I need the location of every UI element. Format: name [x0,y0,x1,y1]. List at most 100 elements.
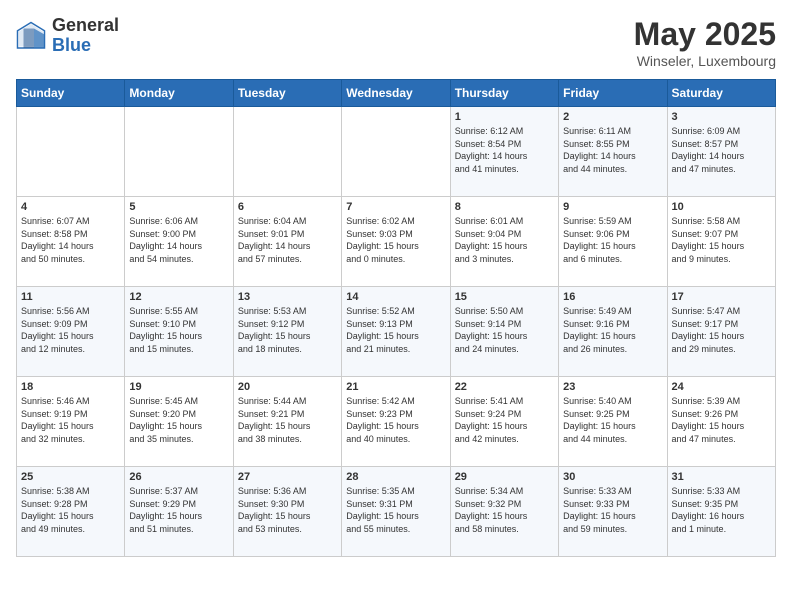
day-cell: 20 Sunrise: 5:44 AM Sunset: 9:21 PM Dayli… [233,377,341,467]
day-info: Sunrise: 5:47 AM Sunset: 9:17 PM Dayligh… [672,305,771,355]
calendar-subtitle: Winseler, Luxembourg [634,53,776,69]
day-info: Sunrise: 6:07 AM Sunset: 8:58 PM Dayligh… [21,215,120,265]
calendar-title: May 2025 [634,16,776,53]
day-cell: 12Sunrise: 5:55 AM Sunset: 9:10 PM Dayli… [125,287,233,377]
day-info: Sunrise: 5:59 AM Sunset: 9:06 PM Dayligh… [563,215,662,265]
day-number: 29 [455,471,554,483]
day-info: Sunrise: 5:49 AM Sunset: 9:16 PM Dayligh… [563,305,662,355]
calendar-header: SundayMondayTuesdayWednesdayThursdayFrid… [17,80,776,107]
day-number: 9 [563,201,662,213]
day-cell [342,107,450,197]
header-cell-sunday: Sunday [17,80,125,107]
day-cell: 9 Sunrise: 5:59 AM Sunset: 9:06 PM Daylig… [559,197,667,287]
day-info: Sunrise: 5:41 AM Sunset: 9:24 PM Dayligh… [455,395,554,445]
day-number: 11 [21,291,120,303]
day-cell: 21Sunrise: 5:42 AM Sunset: 9:23 PM Dayli… [342,377,450,467]
day-info: Sunrise: 5:37 AM Sunset: 9:29 PM Dayligh… [129,485,228,535]
day-info: Sunrise: 5:52 AM Sunset: 9:13 PM Dayligh… [346,305,445,355]
day-number: 31 [672,471,771,483]
day-info: Sunrise: 5:44 AM Sunset: 9:21 PM Dayligh… [238,395,337,445]
day-cell: 4 Sunrise: 6:07 AM Sunset: 8:58 PM Daylig… [17,197,125,287]
day-cell: 10Sunrise: 5:58 AM Sunset: 9:07 PM Dayli… [667,197,775,287]
day-number: 17 [672,291,771,303]
day-info: Sunrise: 5:50 AM Sunset: 9:14 PM Dayligh… [455,305,554,355]
day-cell [17,107,125,197]
day-cell: 8 Sunrise: 6:01 AM Sunset: 9:04 PM Daylig… [450,197,558,287]
day-number: 26 [129,471,228,483]
day-number: 1 [455,111,554,123]
day-cell: 13 Sunrise: 5:53 AM Sunset: 9:12 PM Dayli… [233,287,341,377]
day-info: Sunrise: 6:09 AM Sunset: 8:57 PM Dayligh… [672,125,771,175]
day-number: 24 [672,381,771,393]
page-header: General Blue May 2025 Winseler, Luxembou… [16,16,776,69]
day-cell: 26 Sunrise: 5:37 AM Sunset: 9:29 PM Dayli… [125,467,233,557]
header-cell-thursday: Thursday [450,80,558,107]
day-number: 20 [238,381,337,393]
day-info: Sunrise: 5:40 AM Sunset: 9:25 PM Dayligh… [563,395,662,445]
day-number: 6 [238,201,337,213]
day-cell: 2 Sunrise: 6:11 AM Sunset: 8:55 PM Daylig… [559,107,667,197]
day-number: 8 [455,201,554,213]
day-cell: 25 Sunrise: 5:38 AM Sunset: 9:28 PM Dayli… [17,467,125,557]
day-cell: 15Sunrise: 5:50 AM Sunset: 9:14 PM Dayli… [450,287,558,377]
day-info: Sunrise: 6:11 AM Sunset: 8:55 PM Dayligh… [563,125,662,175]
day-cell: 1 Sunrise: 6:12 AM Sunset: 8:54 PM Daylig… [450,107,558,197]
logo-icon [16,21,46,51]
day-info: Sunrise: 5:35 AM Sunset: 9:31 PM Dayligh… [346,485,445,535]
day-cell: 6 Sunrise: 6:04 AM Sunset: 9:01 PM Daylig… [233,197,341,287]
day-cell: 17 Sunrise: 5:47 AM Sunset: 9:17 PM Dayli… [667,287,775,377]
day-info: Sunrise: 5:33 AM Sunset: 9:35 PM Dayligh… [672,485,771,535]
day-number: 19 [129,381,228,393]
day-number: 10 [672,201,771,213]
week-row-1: 1 Sunrise: 6:12 AM Sunset: 8:54 PM Daylig… [17,107,776,197]
day-cell: 16 Sunrise: 5:49 AM Sunset: 9:16 PM Dayli… [559,287,667,377]
day-cell: 30 Sunrise: 5:33 AM Sunset: 9:33 PM Dayli… [559,467,667,557]
day-number: 4 [21,201,120,213]
day-info: Sunrise: 5:45 AM Sunset: 9:20 PM Dayligh… [129,395,228,445]
header-row: SundayMondayTuesdayWednesdayThursdayFrid… [17,80,776,107]
day-number: 13 [238,291,337,303]
day-info: Sunrise: 5:34 AM Sunset: 9:32 PM Dayligh… [455,485,554,535]
day-cell: 19 Sunrise: 5:45 AM Sunset: 9:20 PM Dayli… [125,377,233,467]
day-info: Sunrise: 5:53 AM Sunset: 9:12 PM Dayligh… [238,305,337,355]
day-number: 7 [346,201,445,213]
day-number: 14 [346,291,445,303]
day-cell: 5Sunrise: 6:06 AM Sunset: 9:00 PM Daylig… [125,197,233,287]
day-info: Sunrise: 6:01 AM Sunset: 9:04 PM Dayligh… [455,215,554,265]
day-number: 2 [563,111,662,123]
week-row-4: 18Sunrise: 5:46 AM Sunset: 9:19 PM Dayli… [17,377,776,467]
day-number: 16 [563,291,662,303]
day-info: Sunrise: 5:38 AM Sunset: 9:28 PM Dayligh… [21,485,120,535]
day-number: 25 [21,471,120,483]
day-info: Sunrise: 5:56 AM Sunset: 9:09 PM Dayligh… [21,305,120,355]
day-cell: 18Sunrise: 5:46 AM Sunset: 9:19 PM Dayli… [17,377,125,467]
day-info: Sunrise: 5:33 AM Sunset: 9:33 PM Dayligh… [563,485,662,535]
day-info: Sunrise: 6:02 AM Sunset: 9:03 PM Dayligh… [346,215,445,265]
day-number: 21 [346,381,445,393]
day-cell: 27Sunrise: 5:36 AM Sunset: 9:30 PM Dayli… [233,467,341,557]
title-block: May 2025 Winseler, Luxembourg [634,16,776,69]
week-row-2: 4 Sunrise: 6:07 AM Sunset: 8:58 PM Daylig… [17,197,776,287]
day-info: Sunrise: 5:39 AM Sunset: 9:26 PM Dayligh… [672,395,771,445]
day-cell [125,107,233,197]
day-number: 22 [455,381,554,393]
day-info: Sunrise: 5:36 AM Sunset: 9:30 PM Dayligh… [238,485,337,535]
day-number: 3 [672,111,771,123]
logo: General Blue [16,16,119,56]
header-cell-saturday: Saturday [667,80,775,107]
day-info: Sunrise: 6:04 AM Sunset: 9:01 PM Dayligh… [238,215,337,265]
day-number: 23 [563,381,662,393]
day-info: Sunrise: 6:12 AM Sunset: 8:54 PM Dayligh… [455,125,554,175]
day-cell: 23 Sunrise: 5:40 AM Sunset: 9:25 PM Dayli… [559,377,667,467]
header-cell-tuesday: Tuesday [233,80,341,107]
logo-general: General [52,16,119,36]
calendar-body: 1 Sunrise: 6:12 AM Sunset: 8:54 PM Daylig… [17,107,776,557]
header-cell-wednesday: Wednesday [342,80,450,107]
day-cell: 22 Sunrise: 5:41 AM Sunset: 9:24 PM Dayli… [450,377,558,467]
day-cell: 24 Sunrise: 5:39 AM Sunset: 9:26 PM Dayli… [667,377,775,467]
week-row-3: 11 Sunrise: 5:56 AM Sunset: 9:09 PM Dayli… [17,287,776,377]
day-cell: 3 Sunrise: 6:09 AM Sunset: 8:57 PM Daylig… [667,107,775,197]
day-number: 30 [563,471,662,483]
day-cell: 28 Sunrise: 5:35 AM Sunset: 9:31 PM Dayli… [342,467,450,557]
day-number: 28 [346,471,445,483]
